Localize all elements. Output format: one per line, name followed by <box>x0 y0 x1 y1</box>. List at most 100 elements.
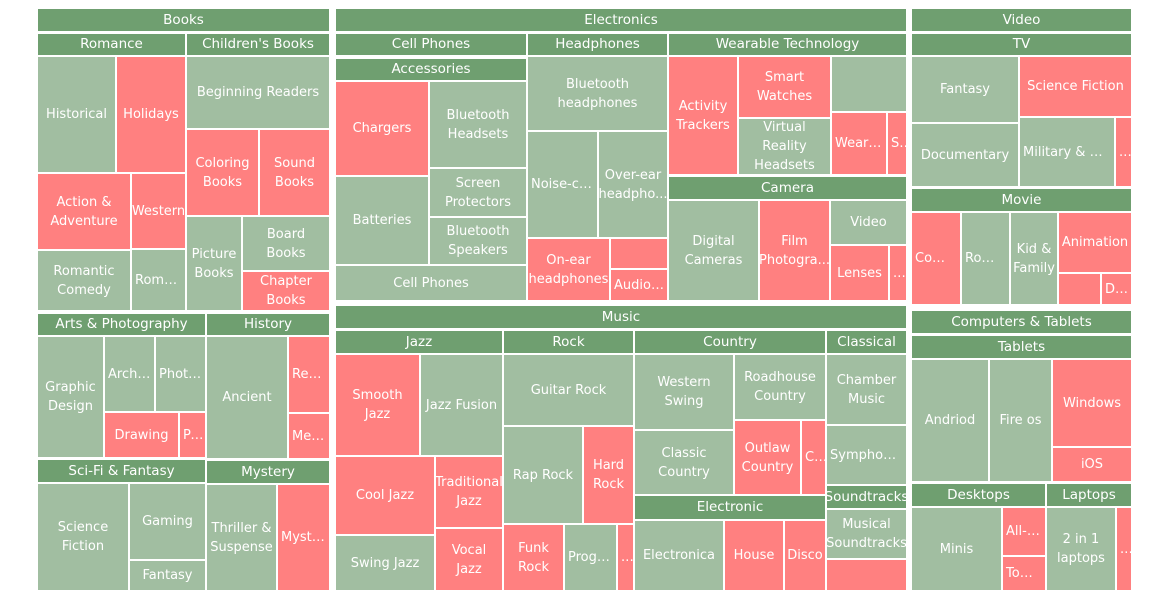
treemap-group-header-wearable-technology[interactable]: Wearable Technology <box>668 33 907 56</box>
treemap-tile-kid-and-family[interactable]: Kid & Family <box>1010 212 1058 305</box>
treemap-tile-photo[interactable]: Photo... <box>155 336 206 412</box>
treemap-tile-beginning-readers[interactable]: Beginning Readers <box>186 56 330 129</box>
treemap-tile-windows[interactable]: Windows <box>1052 359 1132 447</box>
treemap-tile-picture-books[interactable]: Picture Books <box>186 216 242 311</box>
treemap-tile-towe[interactable]: Towe... <box>1002 556 1046 591</box>
treemap-tile-rena[interactable]: Rena... <box>288 336 330 413</box>
treemap-tile-on-ear-headphones[interactable]: On-ear headphones <box>527 238 610 301</box>
treemap-group-header-books[interactable]: Books <box>37 8 330 32</box>
treemap-tile-swing-jazz[interactable]: Swing Jazz <box>335 535 435 591</box>
treemap-tile-holidays[interactable]: Holidays <box>116 56 186 173</box>
treemap-tile-thriller-and-suspense[interactable]: Thriller & Suspense <box>206 484 277 591</box>
treemap-group-header-desktops[interactable]: Desktops <box>911 483 1046 507</box>
treemap-tile-unnamed[interactable]: ... <box>1115 117 1132 187</box>
treemap-tile-military-and-war[interactable]: Military & War <box>1019 117 1115 187</box>
treemap-group-header-movie[interactable]: Movie <box>911 188 1132 212</box>
treemap-group-header-computers-and-tablets[interactable]: Computers & Tablets <box>911 310 1132 334</box>
treemap-tile-unnamed[interactable]: ... <box>1116 507 1132 591</box>
treemap-tile-mystery[interactable]: Mystery <box>277 484 330 591</box>
treemap-tile-dr[interactable]: Dr... <box>1101 273 1132 305</box>
treemap-tile-ancient[interactable]: Ancient <box>206 336 288 459</box>
treemap-tile-andriod[interactable]: Andriod <box>911 359 989 482</box>
treemap-tile-unnamed[interactable] <box>826 559 907 591</box>
treemap-tile-disco[interactable]: Disco <box>784 520 826 591</box>
treemap-tile-activity-trackers[interactable]: Activity Trackers <box>668 56 738 175</box>
treemap-tile-electronica[interactable]: Electronica <box>634 520 724 591</box>
treemap-tile-unnamed[interactable]: ... <box>889 245 907 301</box>
treemap-tile-come[interactable]: Come... <box>911 212 961 305</box>
treemap-tile-graphic-design[interactable]: Graphic Design <box>37 336 104 458</box>
treemap-tile-film-photogra[interactable]: Film Photogra... <box>759 200 830 301</box>
treemap-tile-smart-watches[interactable]: Smart Watches <box>738 56 831 118</box>
treemap-tile-c[interactable]: C... <box>801 420 826 495</box>
treemap-tile-jazz-fusion[interactable]: Jazz Fusion <box>420 354 503 456</box>
treemap-tile-ios[interactable]: iOS <box>1052 447 1132 482</box>
treemap-tile-bluetooth-headsets[interactable]: Bluetooth Headsets <box>429 81 527 168</box>
treemap-group-header-video[interactable]: Video <box>911 8 1132 32</box>
treemap-tile-historical[interactable]: Historical <box>37 56 116 173</box>
treemap-group-header-arts-and-photography[interactable]: Arts & Photography <box>37 313 206 336</box>
treemap-tile-sound-books[interactable]: Sound Books <box>259 129 330 216</box>
treemap-tile-outlaw-country[interactable]: Outlaw Country <box>734 420 801 495</box>
treemap-tile-unnamed[interactable]: ... <box>617 524 634 591</box>
treemap-tile-noise-ca[interactable]: Noise-ca... <box>527 131 598 238</box>
treemap-group-header-jazz[interactable]: Jazz <box>335 330 503 354</box>
treemap-tile-romantic-comedy[interactable]: Romantic Comedy <box>37 250 131 311</box>
treemap-tile-drawing[interactable]: Drawing <box>104 412 179 458</box>
treemap-tile-cell-phones[interactable]: Cell Phones <box>335 265 527 301</box>
treemap-tile-all-in[interactable]: All-in... <box>1002 507 1046 556</box>
treemap-group-header-children-s-books[interactable]: Children's Books <box>186 33 330 56</box>
treemap-tile-fantasy[interactable]: Fantasy <box>129 560 206 591</box>
treemap-tile-smooth-jazz[interactable]: Smooth Jazz <box>335 354 420 456</box>
treemap-tile-2-in-1-laptops[interactable]: 2 in 1 laptops <box>1046 507 1116 591</box>
treemap-group-header-electronics[interactable]: Electronics <box>335 8 907 32</box>
treemap-group-header-country[interactable]: Country <box>634 330 826 354</box>
treemap-tile-digital-cameras[interactable]: Digital Cameras <box>668 200 759 301</box>
treemap-tile-pe[interactable]: Pe... <box>179 412 206 458</box>
treemap-tile-documentary[interactable]: Documentary <box>911 123 1019 187</box>
treemap-tile-guitar-rock[interactable]: Guitar Rock <box>503 354 634 426</box>
treemap-tile-vocal-jazz[interactable]: Vocal Jazz <box>435 528 503 591</box>
treemap-tile-western-swing[interactable]: Western Swing <box>634 354 734 430</box>
treemap-tile-classic-country[interactable]: Classic Country <box>634 430 734 495</box>
treemap-tile-board-books[interactable]: Board Books <box>242 216 330 271</box>
treemap-tile-symphonies[interactable]: Symphonies <box>826 425 907 485</box>
treemap-tile-musical-soundtracks[interactable]: Musical Soundtracks <box>826 509 907 559</box>
treemap-tile-virtual-reality-headsets[interactable]: Virtual Reality Headsets <box>738 118 831 175</box>
treemap-tile-traditional-jazz[interactable]: Traditional Jazz <box>435 456 503 528</box>
treemap-group-header-camera[interactable]: Camera <box>668 176 907 200</box>
treemap-tile-minis[interactable]: Minis <box>911 507 1002 591</box>
treemap-tile-chamber-music[interactable]: Chamber Music <box>826 354 907 425</box>
treemap-tile-unnamed[interactable] <box>1058 273 1101 305</box>
treemap-tile-roadhouse-country[interactable]: Roadhouse Country <box>734 354 826 420</box>
treemap-group-header-mystery[interactable]: Mystery <box>206 460 330 484</box>
treemap-tile-coloring-books[interactable]: Coloring Books <box>186 129 259 216</box>
treemap-group-header-tv[interactable]: TV <box>911 33 1132 56</box>
treemap-tile-screen-protectors[interactable]: Screen Protectors <box>429 168 527 217</box>
treemap-tile-weara[interactable]: Weara... <box>831 112 887 175</box>
treemap-tile-fire-os[interactable]: Fire os <box>989 359 1052 482</box>
treemap-group-header-music[interactable]: Music <box>335 305 907 329</box>
treemap-tile-house[interactable]: House <box>724 520 784 591</box>
treemap-group-header-history[interactable]: History <box>206 313 330 336</box>
treemap-group-header-accessories[interactable]: Accessories <box>335 58 527 81</box>
treemap-group-header-laptops[interactable]: Laptops <box>1046 483 1132 507</box>
treemap-group-header-soundtracks[interactable]: Soundtracks <box>826 485 907 509</box>
treemap-tile-western[interactable]: Western <box>131 173 186 249</box>
treemap-tile-medi[interactable]: Medi... <box>288 413 330 459</box>
treemap-tile-roma[interactable]: Roma... <box>961 212 1010 305</box>
treemap-tile-science-fiction[interactable]: Science Fiction <box>37 483 129 591</box>
treemap-tile-unnamed[interactable] <box>610 238 668 269</box>
treemap-tile-chapter-books[interactable]: Chapter Books <box>242 271 330 311</box>
treemap-group-header-rock[interactable]: Rock <box>503 330 634 354</box>
treemap-tile-rap-rock[interactable]: Rap Rock <box>503 426 583 524</box>
treemap-tile-animation[interactable]: Animation <box>1058 212 1132 273</box>
treemap-tile-cool-jazz[interactable]: Cool Jazz <box>335 456 435 535</box>
treemap-tile-audiop[interactable]: Audiop... <box>610 269 668 301</box>
treemap-group-header-classical[interactable]: Classical <box>826 330 907 354</box>
treemap-group-header-romance[interactable]: Romance <box>37 33 186 56</box>
treemap-group-header-tablets[interactable]: Tablets <box>911 335 1132 359</box>
treemap-tile-science-fiction[interactable]: Science Fiction <box>1019 56 1132 117</box>
treemap-group-header-cell-phones[interactable]: Cell Phones <box>335 33 527 56</box>
treemap-tile-chargers[interactable]: Chargers <box>335 81 429 176</box>
